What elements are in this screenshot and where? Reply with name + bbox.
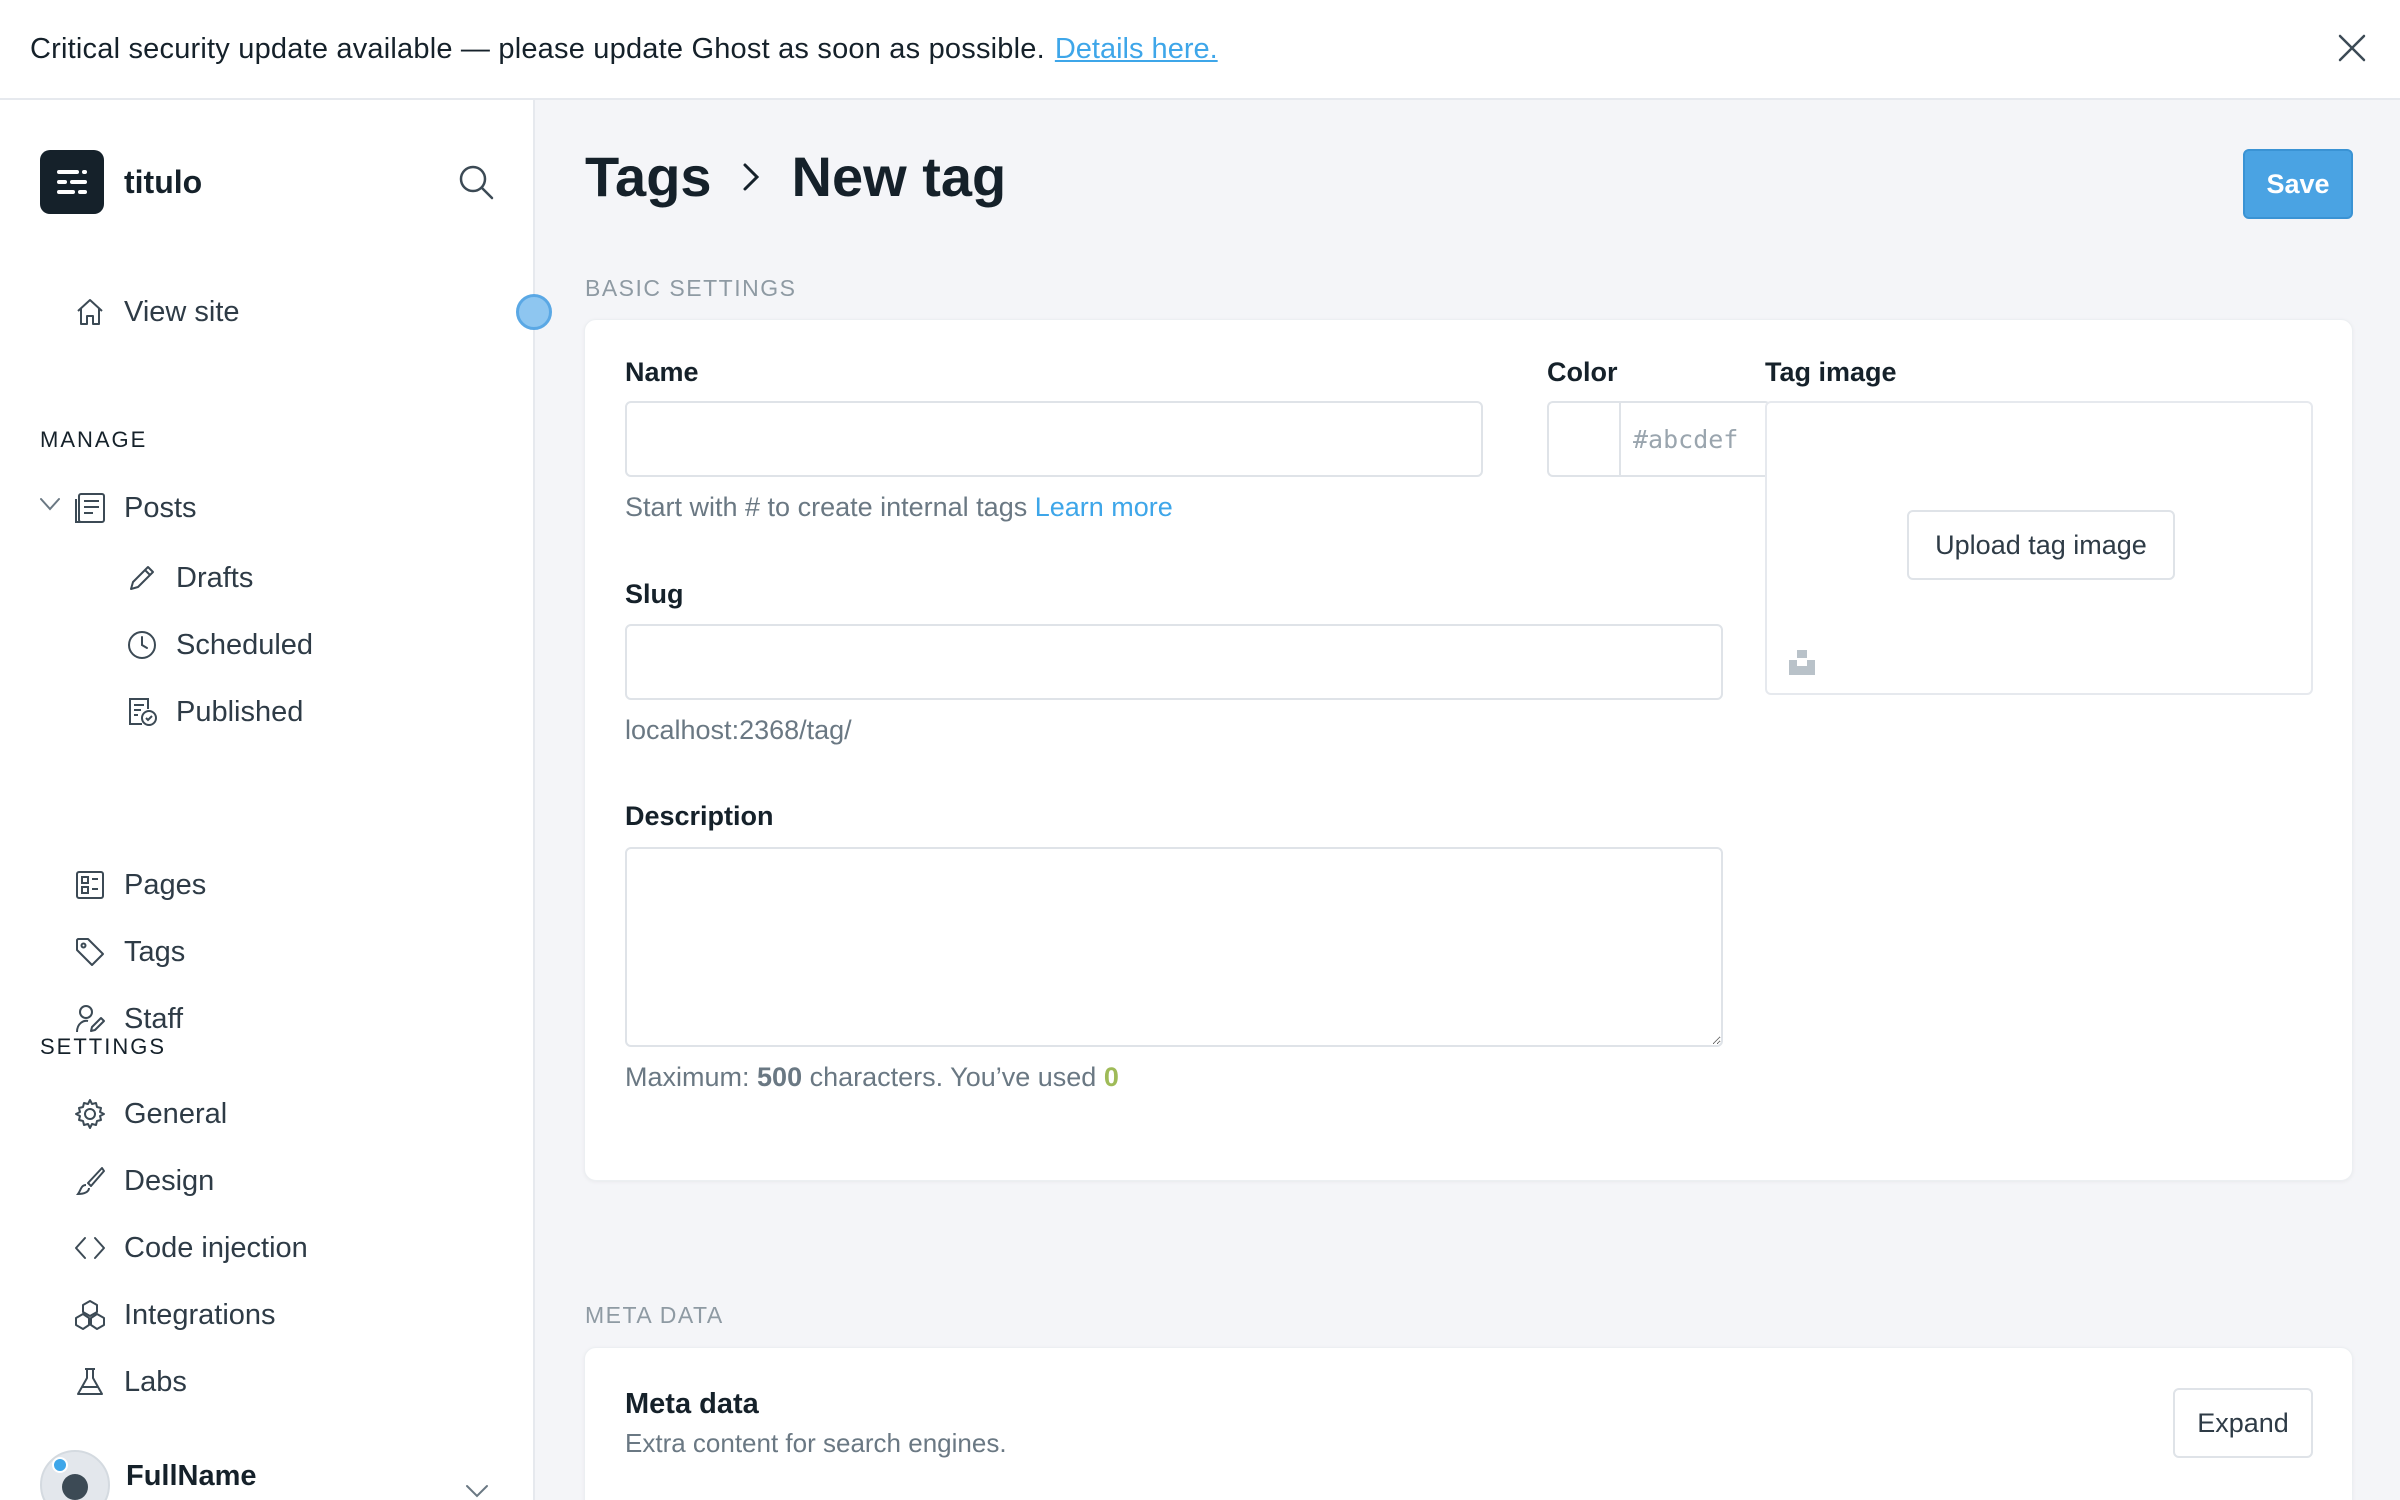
sidebar-item-integrations[interactable]: Integrations [72,1291,276,1339]
sidebar-item-pages[interactable]: Pages [72,861,206,909]
name-input[interactable] [625,401,1483,477]
gear-icon [72,1096,108,1132]
sidebar-item-design[interactable]: Design [72,1157,214,1205]
tag-image-label: Tag image [1765,357,1897,387]
user-menu[interactable]: FullName [40,1450,257,1500]
unsplash-icon[interactable] [1787,647,1817,677]
avatar [40,1450,110,1500]
flask-icon [72,1364,108,1400]
sidebar-item-posts[interactable]: Posts [72,484,197,532]
manage-heading: MANAGE [40,427,148,452]
main-content: Tags New tag Save BASIC SETTINGS Name St… [537,100,2400,1500]
name-label: Name [625,357,699,387]
code-icon [72,1230,108,1266]
tag-image-dropzone: Upload tag image [1765,401,2313,695]
sidebar-item-general[interactable]: General [72,1090,227,1138]
sidebar-item-code-injection[interactable]: Code injection [72,1224,308,1272]
desc-max-count: 500 [757,1062,803,1092]
breadcrumb: Tags New tag [585,144,1006,209]
published-icon [124,694,160,730]
user-name: FullName [126,1459,257,1492]
meta-data-card: Meta data Extra content for search engin… [584,1347,2353,1500]
pages-icon [72,867,108,903]
meta-data-title: Meta data [625,1388,759,1420]
color-swatch[interactable] [1547,401,1621,477]
meta-data-subtitle: Extra content for search engines. [625,1428,1007,1458]
meta-data-heading: META DATA [585,1302,724,1328]
sidebar-item-drafts[interactable]: Drafts [124,554,253,602]
save-button[interactable]: Save [2243,149,2353,219]
desc-used-count: 0 [1103,1062,1119,1092]
search-icon[interactable] [456,162,496,202]
sidebar-item-label: Drafts [176,561,254,594]
name-hint-text: Start with # to create internal tags [625,492,1028,522]
sidebar-item-scheduled[interactable]: Scheduled [124,621,313,669]
chevron-down-icon[interactable] [36,490,64,518]
home-icon [72,294,108,330]
close-icon[interactable] [2334,30,2370,66]
sidebar-item-label: General [124,1097,228,1130]
description-hint: Maximum: 500 characters. You’ve used 0 [625,1062,1119,1093]
name-hint: Start with # to create internal tags Lea… [625,492,1173,523]
slug-input[interactable] [625,624,1723,700]
pencil-icon [124,560,160,596]
slug-label: Slug [625,579,684,609]
sidebar-item-label: Staff [124,1002,184,1035]
tag-icon [72,934,108,970]
sidebar-item-label: Integrations [124,1298,276,1331]
desc-hint-mid: characters. You’ve used [809,1062,1097,1092]
view-site-label: View site [124,295,240,328]
staff-icon [72,1001,108,1037]
sidebar-item-label: Code injection [124,1231,308,1264]
ghost-logo-icon [57,170,87,194]
sidebar-item-label: Scheduled [176,628,314,661]
description-label: Description [625,801,774,831]
integrations-icon [72,1297,108,1333]
site-title: titulo [124,163,203,200]
sidebar: titulo View site MANAGE Posts Drafts Sch… [0,100,552,1500]
sidebar-item-label: Design [124,1164,215,1197]
site-brand[interactable]: titulo [40,150,202,214]
breadcrumb-tags-link[interactable]: Tags [585,144,712,209]
basic-settings-card: Name Start with # to create internal tag… [584,319,2353,1181]
desc-hint-prefix: Maximum: [625,1062,750,1092]
sidebar-item-label: Published [176,695,304,728]
chevron-right-icon [743,163,759,190]
sidebar-item-published[interactable]: Published [124,688,303,736]
banner-details-link[interactable]: Details here. [1055,33,1218,66]
clock-icon [124,627,160,663]
site-logo [40,150,104,214]
learn-more-link[interactable]: Learn more [1035,492,1173,522]
description-textarea[interactable] [625,847,1723,1047]
upload-tag-image-button[interactable]: Upload tag image [1907,510,2175,580]
sidebar-item-tags[interactable]: Tags [72,928,185,976]
sidebar-item-label: Posts [124,491,197,524]
page-title: New tag [791,145,1007,208]
notification-dot [52,1457,68,1473]
sidebar-item-label: Tags [124,935,186,968]
banner-message: Critical security update available — ple… [30,32,1045,65]
security-banner: Critical security update available — ple… [0,0,2400,100]
sidebar-item-label: Pages [124,868,207,901]
view-site-link[interactable]: View site [72,288,240,336]
brush-icon [72,1163,108,1199]
sidebar-item-labs[interactable]: Labs [72,1358,187,1406]
color-label: Color [1547,357,1618,387]
settings-heading: SETTINGS [40,1034,167,1059]
color-input[interactable] [1619,401,1771,477]
basic-settings-heading: BASIC SETTINGS [585,275,797,301]
posts-icon [72,490,108,526]
chevron-down-icon[interactable] [462,1476,492,1500]
slug-url-preview: localhost:2368/tag/ [625,715,852,745]
expand-button[interactable]: Expand [2173,1388,2313,1458]
sidebar-item-label: Labs [124,1365,187,1398]
